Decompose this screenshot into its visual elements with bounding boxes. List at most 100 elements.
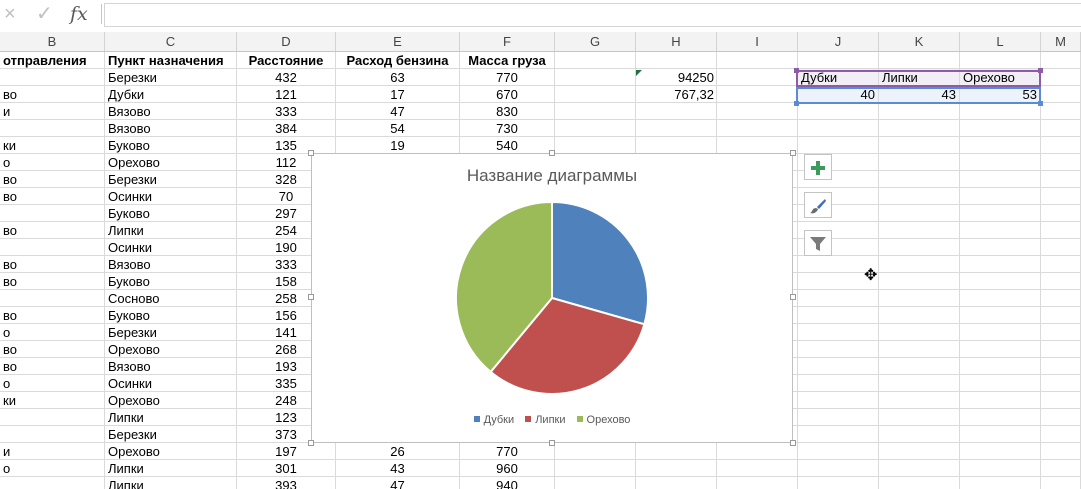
column-header-h[interactable]: H [636, 32, 717, 51]
cell-c[interactable]: Вязово [105, 103, 237, 120]
cell-d[interactable]: 333 [237, 103, 336, 120]
cell[interactable] [798, 103, 879, 120]
cell-c[interactable]: Березки [105, 324, 237, 341]
cell-header-c[interactable]: Пункт назначения [105, 52, 237, 69]
cell-b[interactable]: и [0, 443, 105, 460]
cell[interactable] [960, 239, 1041, 256]
summary-value-lipki[interactable]: 43 [879, 86, 960, 103]
cell[interactable] [555, 86, 636, 103]
cell[interactable] [636, 137, 717, 154]
cell[interactable] [960, 426, 1041, 443]
cell[interactable] [1041, 69, 1081, 86]
cell-b[interactable] [0, 409, 105, 426]
summary-label-orekhovo[interactable]: Орехово [960, 69, 1041, 86]
cell[interactable] [1041, 103, 1081, 120]
cell[interactable] [879, 222, 960, 239]
cell-b[interactable]: во [0, 273, 105, 290]
cell-b[interactable] [0, 477, 105, 489]
cell[interactable] [717, 460, 798, 477]
cell-b[interactable]: и [0, 103, 105, 120]
formula-input[interactable] [104, 3, 1081, 27]
cell-e[interactable]: 26 [336, 443, 460, 460]
cell-e[interactable]: 19 [336, 137, 460, 154]
summary-label-lipki[interactable]: Липки [879, 69, 960, 86]
cell[interactable] [798, 120, 879, 137]
cell[interactable] [879, 324, 960, 341]
cell[interactable] [1041, 443, 1081, 460]
cell-b[interactable]: о [0, 154, 105, 171]
cell[interactable] [879, 103, 960, 120]
cell[interactable] [879, 460, 960, 477]
cell[interactable] [960, 205, 1041, 222]
cell[interactable] [798, 324, 879, 341]
cell[interactable] [717, 137, 798, 154]
cell-e[interactable]: 43 [336, 460, 460, 477]
cell[interactable] [1041, 477, 1081, 489]
cell[interactable] [636, 460, 717, 477]
cell[interactable] [1041, 137, 1081, 154]
cell[interactable] [1041, 358, 1081, 375]
range-handle[interactable] [1038, 68, 1043, 73]
cell[interactable] [960, 477, 1041, 489]
cell[interactable] [879, 307, 960, 324]
cell[interactable] [960, 392, 1041, 409]
cell[interactable] [1041, 154, 1081, 171]
cell-c[interactable]: Вязово [105, 358, 237, 375]
cell-e[interactable]: 17 [336, 86, 460, 103]
cell[interactable] [960, 120, 1041, 137]
cell[interactable] [636, 120, 717, 137]
cell[interactable] [879, 358, 960, 375]
cell[interactable] [717, 443, 798, 460]
cell[interactable] [1041, 426, 1081, 443]
cell[interactable] [960, 222, 1041, 239]
cell-b[interactable]: во [0, 341, 105, 358]
cell[interactable] [879, 256, 960, 273]
cell-e[interactable]: 47 [336, 477, 460, 489]
cell[interactable] [1041, 52, 1081, 69]
cell[interactable] [960, 341, 1041, 358]
cell[interactable] [879, 477, 960, 489]
cell[interactable] [879, 137, 960, 154]
pie-chart[interactable]: Название диаграммы Дубки Липки Орехово [311, 153, 793, 443]
cell-b[interactable]: во [0, 188, 105, 205]
cell[interactable] [960, 375, 1041, 392]
cell-b[interactable]: о [0, 460, 105, 477]
cell[interactable] [798, 375, 879, 392]
cell[interactable] [1041, 290, 1081, 307]
cell[interactable] [798, 426, 879, 443]
cell[interactable] [717, 69, 798, 86]
cell-c[interactable]: Орехово [105, 341, 237, 358]
chart-resize-handle[interactable] [308, 150, 314, 156]
cell-f[interactable]: 830 [460, 103, 555, 120]
cell[interactable] [798, 392, 879, 409]
cell[interactable] [636, 103, 717, 120]
cell-f[interactable]: 770 [460, 443, 555, 460]
cell-b[interactable]: о [0, 324, 105, 341]
chart-elements-button[interactable] [804, 154, 832, 180]
cell[interactable] [879, 239, 960, 256]
cell-b[interactable]: во [0, 86, 105, 103]
cell[interactable] [555, 460, 636, 477]
chart-resize-handle[interactable] [790, 440, 796, 446]
cell[interactable] [717, 103, 798, 120]
cell[interactable] [798, 443, 879, 460]
cell[interactable] [717, 52, 798, 69]
cell[interactable] [960, 52, 1041, 69]
cell-c[interactable]: Орехово [105, 154, 237, 171]
column-header-k[interactable]: K [879, 32, 960, 51]
cell[interactable] [555, 69, 636, 86]
cell[interactable] [717, 86, 798, 103]
cell[interactable] [798, 290, 879, 307]
cell-e[interactable]: 63 [336, 69, 460, 86]
cell-c[interactable]: Березки [105, 426, 237, 443]
cell-b[interactable]: во [0, 171, 105, 188]
cell[interactable] [1041, 171, 1081, 188]
cell[interactable] [960, 273, 1041, 290]
cell[interactable] [555, 120, 636, 137]
cell-f[interactable]: 670 [460, 86, 555, 103]
cell[interactable] [879, 426, 960, 443]
cell[interactable] [960, 358, 1041, 375]
cell[interactable] [636, 477, 717, 489]
cell[interactable] [1041, 120, 1081, 137]
cell[interactable] [798, 409, 879, 426]
